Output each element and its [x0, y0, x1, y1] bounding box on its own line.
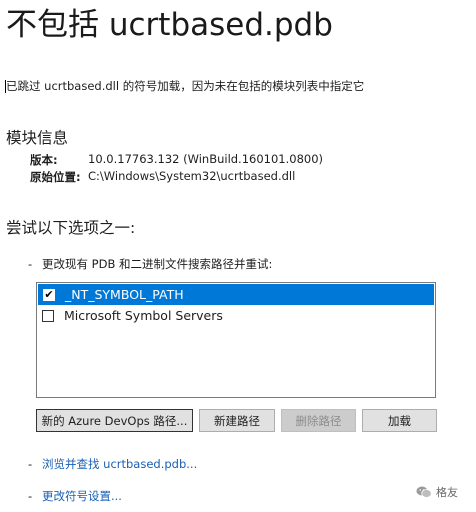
version-value: 10.0.17763.132 (WinBuild.160101.0800) — [88, 152, 324, 166]
checkbox-nt-symbol-path[interactable]: ✔ — [43, 288, 55, 301]
module-info-heading: 模块信息 — [6, 129, 69, 147]
symbol-settings-row: - 更改符号设置... — [28, 488, 122, 504]
list-item-microsoft-symbol-servers[interactable]: Microsoft Symbol Servers — [37, 305, 435, 326]
new-path-button[interactable]: 新建路径 — [199, 409, 275, 432]
bullet-dash: - — [28, 489, 33, 503]
list-item-label: _NT_SYMBOL_PATH — [65, 287, 184, 302]
options-heading: 尝试以下选项之一: — [6, 219, 136, 237]
bullet-dash: - — [28, 457, 33, 471]
version-label: 版本: — [30, 153, 58, 167]
wechat-icon — [416, 485, 432, 499]
browse-link[interactable]: 浏览并查找 ucrtbased.pdb... — [42, 457, 197, 471]
description-text: 已跳过 ucrtbased.dll 的符号加载，因为未在包括的模块列表中指定它 — [6, 79, 365, 93]
bullet-dash: - — [28, 257, 33, 271]
browse-row: - 浏览并查找 ucrtbased.pdb... — [28, 456, 197, 472]
symbol-load-page: 不包括 ucrtbased.pdb 已跳过 ucrtbased.dll 的符号加… — [0, 0, 476, 512]
watermark-text: 格友 — [436, 486, 458, 499]
list-item-nt-symbol-path[interactable]: ✔ _NT_SYMBOL_PATH — [38, 284, 434, 305]
delete-path-button: 删除路径 — [281, 409, 356, 432]
version-row: 版本: 10.0.17763.132 (WinBuild.160101.0800… — [30, 152, 323, 168]
change-paths-row: - 更改现有 PDB 和二进制文件搜索路径并重试: — [28, 256, 272, 272]
list-item-label: Microsoft Symbol Servers — [64, 308, 223, 323]
change-paths-text: 更改现有 PDB 和二进制文件搜索路径并重试: — [42, 257, 273, 271]
symbol-path-listbox[interactable]: ✔ _NT_SYMBOL_PATH Microsoft Symbol Serve… — [36, 282, 436, 398]
load-button[interactable]: 加载 — [362, 409, 437, 432]
checkbox-microsoft-symbol-servers[interactable] — [42, 309, 54, 322]
watermark: 格友 — [416, 484, 458, 500]
location-label: 原始位置: — [30, 170, 81, 184]
location-row: 原始位置: C:\Windows\System32\ucrtbased.dll — [30, 169, 295, 185]
page-title: 不包括 ucrtbased.pdb — [6, 7, 333, 43]
new-azure-devops-path-button[interactable]: 新的 Azure DevOps 路径... — [36, 409, 193, 432]
symbol-settings-link[interactable]: 更改符号设置... — [42, 489, 122, 503]
location-value: C:\Windows\System32\ucrtbased.dll — [88, 169, 296, 183]
